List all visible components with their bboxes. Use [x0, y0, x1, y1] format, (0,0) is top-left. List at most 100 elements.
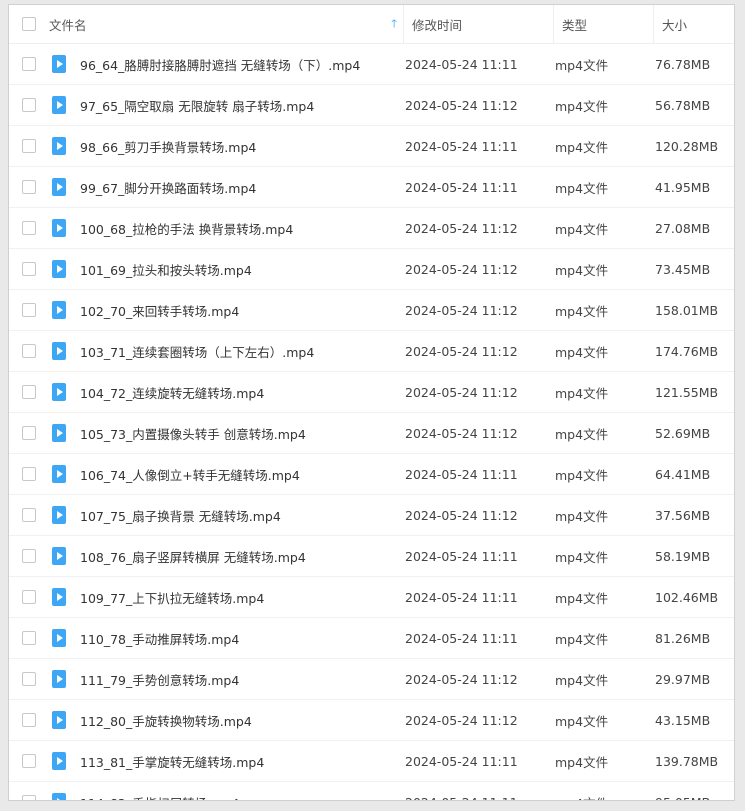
row-check-cell: [9, 672, 49, 686]
file-name-cell[interactable]: 103_71_连续套圈转场（上下左右）.mp4: [49, 342, 405, 361]
file-row[interactable]: 100_68_拉枪的手法 换背景转场.mp4 2024-05-24 11:12 mp…: [9, 208, 734, 249]
file-name[interactable]: 97_65_隔空取扇 无限旋转 扇子转场.mp4: [80, 96, 314, 115]
file-name-cell[interactable]: 112_80_手旋转换物转场.mp4: [49, 711, 405, 730]
file-name-cell[interactable]: 98_66_剪刀手换背景转场.mp4: [49, 137, 405, 156]
file-name-cell[interactable]: 113_81_手掌旋转无缝转场.mp4: [49, 752, 405, 771]
file-row[interactable]: 101_69_拉头和按头转场.mp4 2024-05-24 11:12 mp4文件 7…: [9, 249, 734, 290]
select-all-checkbox[interactable]: [22, 17, 36, 31]
file-name[interactable]: 96_64_胳膊肘接胳膊肘遮挡 无缝转场（下）.mp4: [80, 55, 360, 74]
row-checkbox[interactable]: [22, 180, 36, 194]
file-name-cell[interactable]: 104_72_连续旋转无缝转场.mp4: [49, 383, 405, 402]
sort-up-icon[interactable]: 🡑: [391, 15, 397, 34]
row-checkbox[interactable]: [22, 262, 36, 276]
file-row[interactable]: 110_78_手动推屏转场.mp4 2024-05-24 11:11 mp4文件 81…: [9, 618, 734, 659]
file-name-cell[interactable]: 107_75_扇子换背景 无缝转场.mp4: [49, 506, 405, 525]
column-header-size[interactable]: 大小: [653, 5, 734, 43]
file-name[interactable]: 98_66_剪刀手换背景转场.mp4: [80, 137, 256, 156]
modified-time: 2024-05-24 11:12: [405, 97, 518, 113]
file-size: 73.45MB: [655, 261, 711, 277]
file-name[interactable]: 100_68_拉枪的手法 换背景转场.mp4: [80, 219, 293, 238]
row-checkbox[interactable]: [22, 631, 36, 645]
file-row[interactable]: 111_79_手势创意转场.mp4 2024-05-24 11:12 mp4文件 29…: [9, 659, 734, 700]
video-file-icon: [52, 711, 66, 729]
row-checkbox[interactable]: [22, 344, 36, 358]
file-name-cell[interactable]: 101_69_拉头和按头转场.mp4: [49, 260, 405, 279]
file-row[interactable]: 107_75_扇子换背景 无缝转场.mp4 2024-05-24 11:12 mp4…: [9, 495, 734, 536]
row-checkbox[interactable]: [22, 754, 36, 768]
file-name-cell[interactable]: 102_70_来回转手转场.mp4: [49, 301, 405, 320]
file-name[interactable]: 111_79_手势创意转场.mp4: [80, 670, 239, 689]
row-checkbox[interactable]: [22, 139, 36, 153]
file-name[interactable]: 101_69_拉头和按头转场.mp4: [80, 260, 252, 279]
file-type: mp4文件: [555, 385, 609, 401]
file-name-cell[interactable]: 109_77_上下扒拉无缝转场.mp4: [49, 588, 405, 607]
file-name-cell[interactable]: 97_65_隔空取扇 无限旋转 扇子转场.mp4: [49, 96, 405, 115]
row-checkbox[interactable]: [22, 385, 36, 399]
file-name[interactable]: 103_71_连续套圈转场（上下左右）.mp4: [80, 342, 314, 361]
row-checkbox[interactable]: [22, 303, 36, 317]
file-name[interactable]: 113_81_手掌旋转无缝转场.mp4: [80, 752, 264, 771]
file-row[interactable]: 98_66_剪刀手换背景转场.mp4 2024-05-24 11:11 mp4文件 1…: [9, 126, 734, 167]
file-name[interactable]: 109_77_上下扒拉无缝转场.mp4: [80, 588, 264, 607]
modified-time: 2024-05-24 11:11: [405, 56, 518, 72]
file-name-cell[interactable]: 96_64_胳膊肘接胳膊肘遮挡 无缝转场（下）.mp4: [49, 55, 405, 74]
row-checkbox[interactable]: [22, 426, 36, 440]
file-name-cell[interactable]: 110_78_手动推屏转场.mp4: [49, 629, 405, 648]
column-header-name[interactable]: 文件名 🡑: [49, 15, 403, 34]
video-file-icon: [52, 506, 66, 524]
row-checkbox[interactable]: [22, 549, 36, 563]
file-name[interactable]: 104_72_连续旋转无缝转场.mp4: [80, 383, 264, 402]
file-row[interactable]: 108_76_扇子竖屏转横屏 无缝转场.mp4 2024-05-24 11:11 m…: [9, 536, 734, 577]
file-name-cell[interactable]: 114_82_手指扫屏转场.mp4: [49, 793, 405, 801]
file-row[interactable]: 114_82_手指扫屏转场.mp4 2024-05-24 11:11mp4文件95…: [9, 782, 734, 801]
row-check-cell: [9, 426, 49, 440]
file-name[interactable]: 112_80_手旋转换物转场.mp4: [80, 711, 252, 730]
row-checkbox[interactable]: [22, 467, 36, 481]
file-row[interactable]: 109_77_上下扒拉无缝转场.mp4 2024-05-24 11:11 mp4文件…: [9, 577, 734, 618]
file-name[interactable]: 114_82_手指扫屏转场.mp4: [80, 793, 239, 801]
file-name[interactable]: 106_74_人像倒立+转手无缝转场.mp4: [80, 465, 300, 484]
file-row[interactable]: 102_70_来回转手转场.mp4 2024-05-24 11:12 mp4文件 15…: [9, 290, 734, 331]
file-name-cell[interactable]: 99_67_脚分开换路面转场.mp4: [49, 178, 405, 197]
file-type: mp4文件: [555, 631, 609, 647]
video-file-icon: [52, 588, 66, 606]
file-row[interactable]: 106_74_人像倒立+转手无缝转场.mp4 2024-05-24 11:11 mp…: [9, 454, 734, 495]
column-header-time[interactable]: 修改时间: [403, 5, 553, 43]
row-checkbox[interactable]: [22, 57, 36, 71]
column-header-type-label: 类型: [562, 17, 588, 33]
modified-time: 2024-05-24 11:12: [405, 261, 518, 277]
file-row[interactable]: 97_65_隔空取扇 无限旋转 扇子转场.mp4 2024-05-24 11:12…: [9, 85, 734, 126]
row-check-cell: [9, 549, 49, 563]
file-name[interactable]: 102_70_来回转手转场.mp4: [80, 301, 239, 320]
modified-time: 2024-05-24 11:11: [405, 753, 518, 769]
file-name[interactable]: 107_75_扇子换背景 无缝转场.mp4: [80, 506, 281, 525]
file-name-cell[interactable]: 108_76_扇子竖屏转横屏 无缝转场.mp4: [49, 547, 405, 566]
column-header-type[interactable]: 类型: [553, 5, 653, 43]
file-row[interactable]: 99_67_脚分开换路面转场.mp4 2024-05-24 11:11 mp4文件 4…: [9, 167, 734, 208]
file-row[interactable]: 96_64_胳膊肘接胳膊肘遮挡 无缝转场（下）.mp4 2024-05-24 11…: [9, 44, 734, 85]
modified-time: 2024-05-24 11:12: [405, 425, 518, 441]
row-checkbox[interactable]: [22, 221, 36, 235]
file-name-cell[interactable]: 100_68_拉枪的手法 换背景转场.mp4: [49, 219, 405, 238]
file-row[interactable]: 112_80_手旋转换物转场.mp4 2024-05-24 11:12 mp4文件 4…: [9, 700, 734, 741]
file-name[interactable]: 108_76_扇子竖屏转横屏 无缝转场.mp4: [80, 547, 306, 566]
file-name-cell[interactable]: 105_73_内置摄像头转手 创意转场.mp4: [49, 424, 405, 443]
video-file-icon: [52, 301, 66, 319]
file-size: 29.97MB: [655, 671, 711, 687]
file-name-cell[interactable]: 111_79_手势创意转场.mp4: [49, 670, 405, 689]
row-checkbox[interactable]: [22, 508, 36, 522]
row-checkbox[interactable]: [22, 672, 36, 686]
row-checkbox[interactable]: [22, 713, 36, 727]
file-row[interactable]: 103_71_连续套圈转场（上下左右）.mp4 2024-05-24 11:12 m…: [9, 331, 734, 372]
file-name[interactable]: 99_67_脚分开换路面转场.mp4: [80, 178, 256, 197]
file-name[interactable]: 105_73_内置摄像头转手 创意转场.mp4: [80, 424, 306, 443]
row-checkbox[interactable]: [22, 590, 36, 604]
file-name-cell[interactable]: 106_74_人像倒立+转手无缝转场.mp4: [49, 465, 405, 484]
file-name[interactable]: 110_78_手动推屏转场.mp4: [80, 629, 239, 648]
row-checkbox[interactable]: [22, 98, 36, 112]
file-row[interactable]: 105_73_内置摄像头转手 创意转场.mp4 2024-05-24 11:12 m…: [9, 413, 734, 454]
file-row[interactable]: 113_81_手掌旋转无缝转场.mp4 2024-05-24 11:11 mp4文件…: [9, 741, 734, 782]
file-type: mp4文件: [555, 344, 609, 360]
row-checkbox[interactable]: [22, 795, 36, 800]
file-row[interactable]: 104_72_连续旋转无缝转场.mp4 2024-05-24 11:12 mp4文件…: [9, 372, 734, 413]
